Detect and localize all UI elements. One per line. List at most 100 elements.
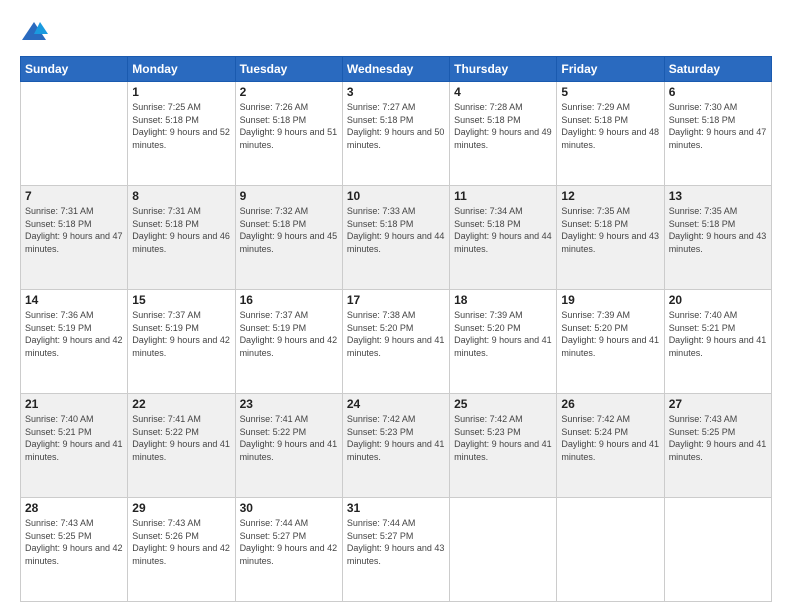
calendar-cell: 6 Sunrise: 7:30 AMSunset: 5:18 PMDaylight…: [664, 82, 771, 186]
day-number: 11: [454, 189, 552, 203]
day-info: Sunrise: 7:42 AMSunset: 5:23 PMDaylight:…: [347, 413, 445, 463]
calendar-cell: 11 Sunrise: 7:34 AMSunset: 5:18 PMDayligh…: [450, 186, 557, 290]
day-info: Sunrise: 7:34 AMSunset: 5:18 PMDaylight:…: [454, 205, 552, 255]
day-number: 9: [240, 189, 338, 203]
day-info: Sunrise: 7:30 AMSunset: 5:18 PMDaylight:…: [669, 101, 767, 151]
day-number: 30: [240, 501, 338, 515]
calendar-cell: 3 Sunrise: 7:27 AMSunset: 5:18 PMDaylight…: [342, 82, 449, 186]
day-info: Sunrise: 7:25 AMSunset: 5:18 PMDaylight:…: [132, 101, 230, 151]
calendar-cell: 24 Sunrise: 7:42 AMSunset: 5:23 PMDayligh…: [342, 394, 449, 498]
day-number: 24: [347, 397, 445, 411]
day-info: Sunrise: 7:27 AMSunset: 5:18 PMDaylight:…: [347, 101, 445, 151]
page: SundayMondayTuesdayWednesdayThursdayFrid…: [0, 0, 792, 612]
calendar-cell: 18 Sunrise: 7:39 AMSunset: 5:20 PMDayligh…: [450, 290, 557, 394]
day-info: Sunrise: 7:43 AMSunset: 5:25 PMDaylight:…: [25, 517, 123, 567]
day-number: 4: [454, 85, 552, 99]
day-info: Sunrise: 7:39 AMSunset: 5:20 PMDaylight:…: [454, 309, 552, 359]
day-info: Sunrise: 7:41 AMSunset: 5:22 PMDaylight:…: [132, 413, 230, 463]
day-info: Sunrise: 7:39 AMSunset: 5:20 PMDaylight:…: [561, 309, 659, 359]
logo-icon: [20, 18, 48, 46]
calendar-cell: 9 Sunrise: 7:32 AMSunset: 5:18 PMDaylight…: [235, 186, 342, 290]
day-number: 6: [669, 85, 767, 99]
weekday-header-saturday: Saturday: [664, 57, 771, 82]
calendar-cell: 28 Sunrise: 7:43 AMSunset: 5:25 PMDayligh…: [21, 498, 128, 602]
day-info: Sunrise: 7:35 AMSunset: 5:18 PMDaylight:…: [561, 205, 659, 255]
calendar-table: SundayMondayTuesdayWednesdayThursdayFrid…: [20, 56, 772, 602]
logo: [20, 18, 52, 46]
calendar-cell: 31 Sunrise: 7:44 AMSunset: 5:27 PMDayligh…: [342, 498, 449, 602]
day-info: Sunrise: 7:37 AMSunset: 5:19 PMDaylight:…: [132, 309, 230, 359]
calendar-cell: [450, 498, 557, 602]
day-number: 5: [561, 85, 659, 99]
day-info: Sunrise: 7:40 AMSunset: 5:21 PMDaylight:…: [25, 413, 123, 463]
day-info: Sunrise: 7:32 AMSunset: 5:18 PMDaylight:…: [240, 205, 338, 255]
day-info: Sunrise: 7:43 AMSunset: 5:26 PMDaylight:…: [132, 517, 230, 567]
calendar-cell: 12Sunrise: 7:35 AMSunset: 5:18 PMDayligh…: [557, 186, 664, 290]
day-number: 20: [669, 293, 767, 307]
day-number: 22: [132, 397, 230, 411]
day-info: Sunrise: 7:43 AMSunset: 5:25 PMDaylight:…: [669, 413, 767, 463]
day-number: 21: [25, 397, 123, 411]
day-number: 1: [132, 85, 230, 99]
day-info: Sunrise: 7:26 AMSunset: 5:18 PMDaylight:…: [240, 101, 338, 151]
day-number: 23: [240, 397, 338, 411]
day-info: Sunrise: 7:42 AMSunset: 5:23 PMDaylight:…: [454, 413, 552, 463]
calendar-week-row: 21 Sunrise: 7:40 AMSunset: 5:21 PMDayligh…: [21, 394, 772, 498]
calendar-cell: 25Sunrise: 7:42 AMSunset: 5:23 PMDayligh…: [450, 394, 557, 498]
day-number: 14: [25, 293, 123, 307]
day-number: 15: [132, 293, 230, 307]
calendar-cell: [557, 498, 664, 602]
calendar-cell: 26 Sunrise: 7:42 AMSunset: 5:24 PMDayligh…: [557, 394, 664, 498]
day-info: Sunrise: 7:29 AMSunset: 5:18 PMDaylight:…: [561, 101, 659, 151]
weekday-header-monday: Monday: [128, 57, 235, 82]
calendar-cell: 21 Sunrise: 7:40 AMSunset: 5:21 PMDayligh…: [21, 394, 128, 498]
day-number: 31: [347, 501, 445, 515]
day-number: 17: [347, 293, 445, 307]
day-info: Sunrise: 7:35 AMSunset: 5:18 PMDaylight:…: [669, 205, 767, 255]
day-info: Sunrise: 7:42 AMSunset: 5:24 PMDaylight:…: [561, 413, 659, 463]
day-info: Sunrise: 7:31 AMSunset: 5:18 PMDaylight:…: [25, 205, 123, 255]
day-info: Sunrise: 7:40 AMSunset: 5:21 PMDaylight:…: [669, 309, 767, 359]
calendar-cell: 7 Sunrise: 7:31 AMSunset: 5:18 PMDaylight…: [21, 186, 128, 290]
day-number: 27: [669, 397, 767, 411]
weekday-header-tuesday: Tuesday: [235, 57, 342, 82]
weekday-header-friday: Friday: [557, 57, 664, 82]
day-info: Sunrise: 7:37 AMSunset: 5:19 PMDaylight:…: [240, 309, 338, 359]
calendar-cell: 29Sunrise: 7:43 AMSunset: 5:26 PMDayligh…: [128, 498, 235, 602]
calendar-cell: 4Sunrise: 7:28 AMSunset: 5:18 PMDaylight…: [450, 82, 557, 186]
weekday-header-wednesday: Wednesday: [342, 57, 449, 82]
calendar-cell: 17 Sunrise: 7:38 AMSunset: 5:20 PMDayligh…: [342, 290, 449, 394]
calendar-cell: 14Sunrise: 7:36 AMSunset: 5:19 PMDayligh…: [21, 290, 128, 394]
day-info: Sunrise: 7:38 AMSunset: 5:20 PMDaylight:…: [347, 309, 445, 359]
calendar-cell: 20 Sunrise: 7:40 AMSunset: 5:21 PMDayligh…: [664, 290, 771, 394]
weekday-header-thursday: Thursday: [450, 57, 557, 82]
day-number: 10: [347, 189, 445, 203]
day-number: 3: [347, 85, 445, 99]
day-number: 19: [561, 293, 659, 307]
calendar-cell: 8 Sunrise: 7:31 AMSunset: 5:18 PMDaylight…: [128, 186, 235, 290]
day-number: 26: [561, 397, 659, 411]
calendar-week-row: 1 Sunrise: 7:25 AMSunset: 5:18 PMDaylight…: [21, 82, 772, 186]
day-info: Sunrise: 7:31 AMSunset: 5:18 PMDaylight:…: [132, 205, 230, 255]
day-info: Sunrise: 7:44 AMSunset: 5:27 PMDaylight:…: [347, 517, 445, 567]
day-info: Sunrise: 7:41 AMSunset: 5:22 PMDaylight:…: [240, 413, 338, 463]
header: [20, 18, 772, 46]
weekday-header-row: SundayMondayTuesdayWednesdayThursdayFrid…: [21, 57, 772, 82]
calendar-cell: [21, 82, 128, 186]
day-number: 7: [25, 189, 123, 203]
calendar-cell: 27 Sunrise: 7:43 AMSunset: 5:25 PMDayligh…: [664, 394, 771, 498]
day-info: Sunrise: 7:33 AMSunset: 5:18 PMDaylight:…: [347, 205, 445, 255]
day-number: 2: [240, 85, 338, 99]
calendar-cell: 13Sunrise: 7:35 AMSunset: 5:18 PMDayligh…: [664, 186, 771, 290]
calendar-cell: [664, 498, 771, 602]
weekday-header-sunday: Sunday: [21, 57, 128, 82]
calendar-cell: 2 Sunrise: 7:26 AMSunset: 5:18 PMDaylight…: [235, 82, 342, 186]
calendar-cell: 1 Sunrise: 7:25 AMSunset: 5:18 PMDaylight…: [128, 82, 235, 186]
calendar-cell: 23 Sunrise: 7:41 AMSunset: 5:22 PMDayligh…: [235, 394, 342, 498]
day-number: 18: [454, 293, 552, 307]
day-number: 28: [25, 501, 123, 515]
day-number: 8: [132, 189, 230, 203]
calendar-week-row: 7 Sunrise: 7:31 AMSunset: 5:18 PMDaylight…: [21, 186, 772, 290]
calendar-cell: 15 Sunrise: 7:37 AMSunset: 5:19 PMDayligh…: [128, 290, 235, 394]
calendar-week-row: 28 Sunrise: 7:43 AMSunset: 5:25 PMDayligh…: [21, 498, 772, 602]
